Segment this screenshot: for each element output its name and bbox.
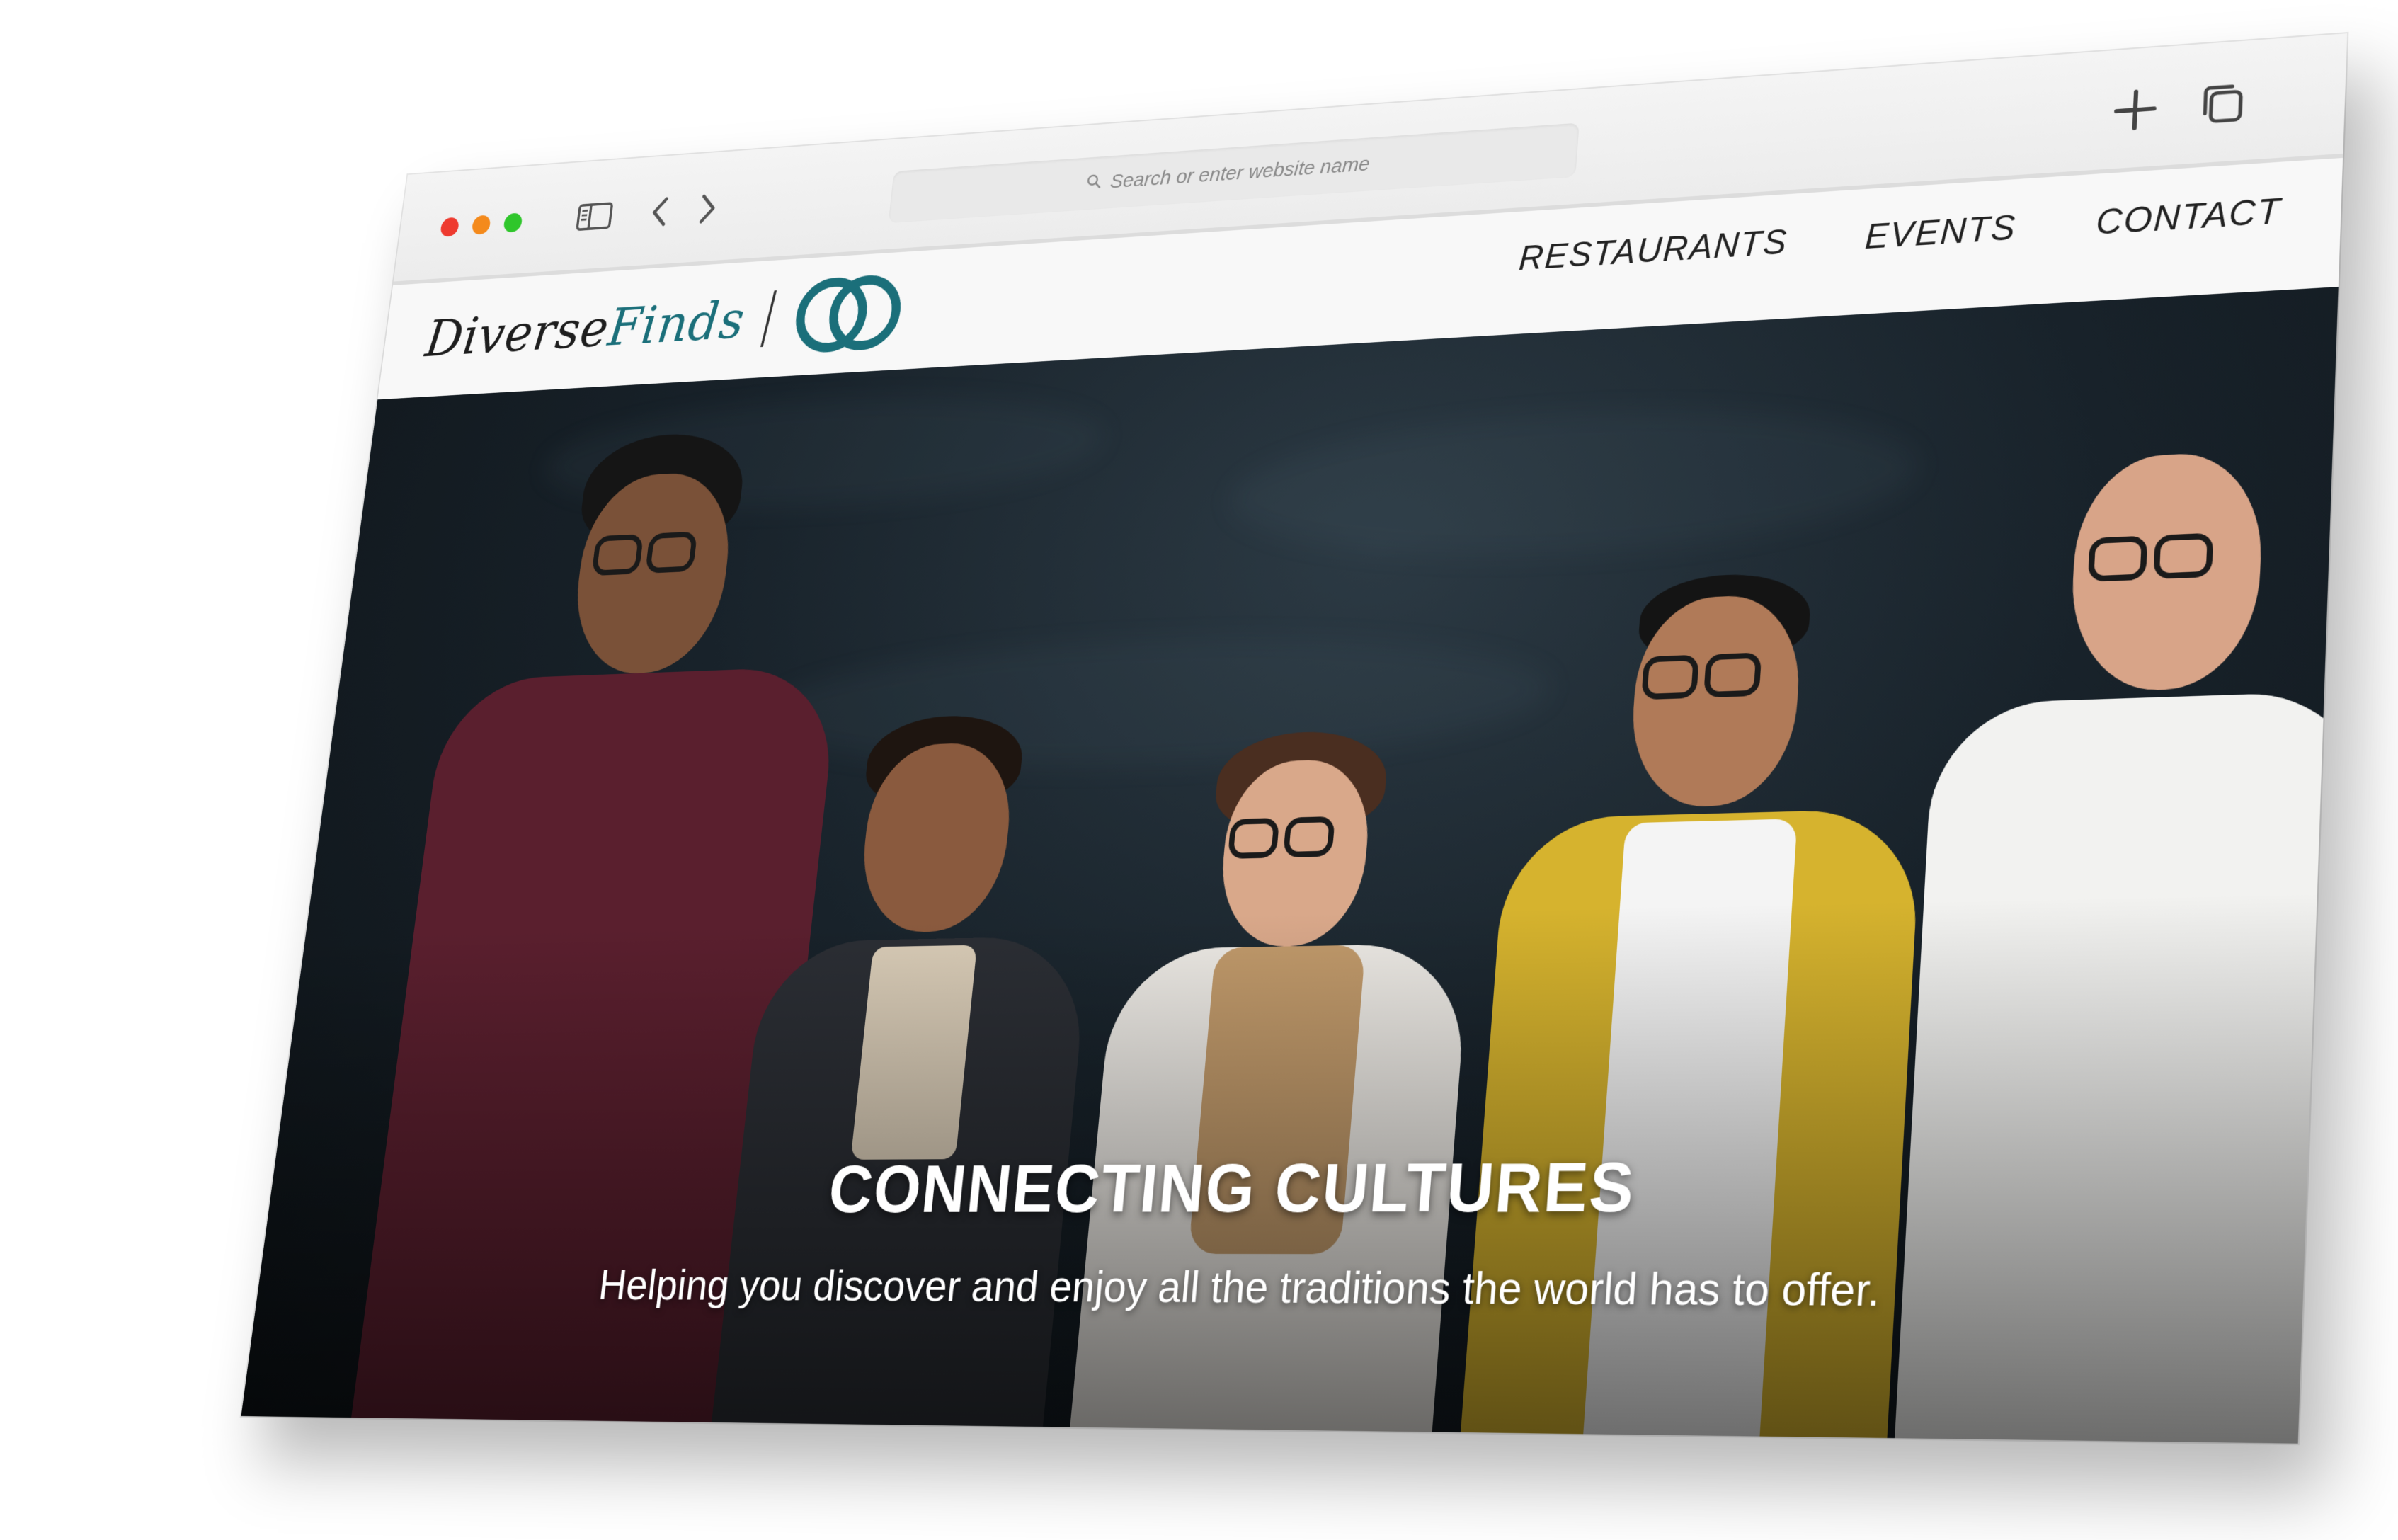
close-window-button[interactable]	[440, 217, 460, 237]
search-icon	[1085, 171, 1102, 195]
site-logo[interactable]: Diverse Finds	[421, 271, 912, 378]
logo-word-diverse: Diverse	[422, 300, 612, 369]
minimize-window-button[interactable]	[471, 215, 491, 235]
back-icon[interactable]	[646, 192, 674, 232]
nav-events[interactable]: EVENTS	[1864, 207, 2018, 257]
logo-word-finds: Finds	[605, 290, 748, 358]
logo-divider	[760, 290, 777, 348]
hero-section: CONNECTING CULTURES Helping you discover…	[241, 287, 2339, 1444]
nav-contact[interactable]: CONTACT	[2095, 190, 2282, 243]
forward-icon[interactable]	[693, 188, 722, 229]
tab-overview-icon[interactable]	[2196, 81, 2249, 127]
mockup-stage: Search or enter website name Diverse Fin…	[0, 0, 2398, 1540]
nav-restaurants[interactable]: RESTAURANTS	[1517, 222, 1788, 278]
address-bar-placeholder: Search or enter website name	[1109, 152, 1371, 193]
hero-title: CONNECTING CULTURES	[825, 1149, 1638, 1227]
zoom-window-button[interactable]	[503, 212, 523, 233]
new-tab-icon[interactable]	[2109, 87, 2162, 132]
sidebar-icon[interactable]	[573, 196, 615, 236]
linked-rings-icon	[785, 271, 912, 357]
background-texture	[1223, 395, 1923, 569]
address-bar[interactable]: Search or enter website name	[888, 122, 1580, 224]
browser-window: Search or enter website name Diverse Fin…	[241, 33, 2348, 1444]
